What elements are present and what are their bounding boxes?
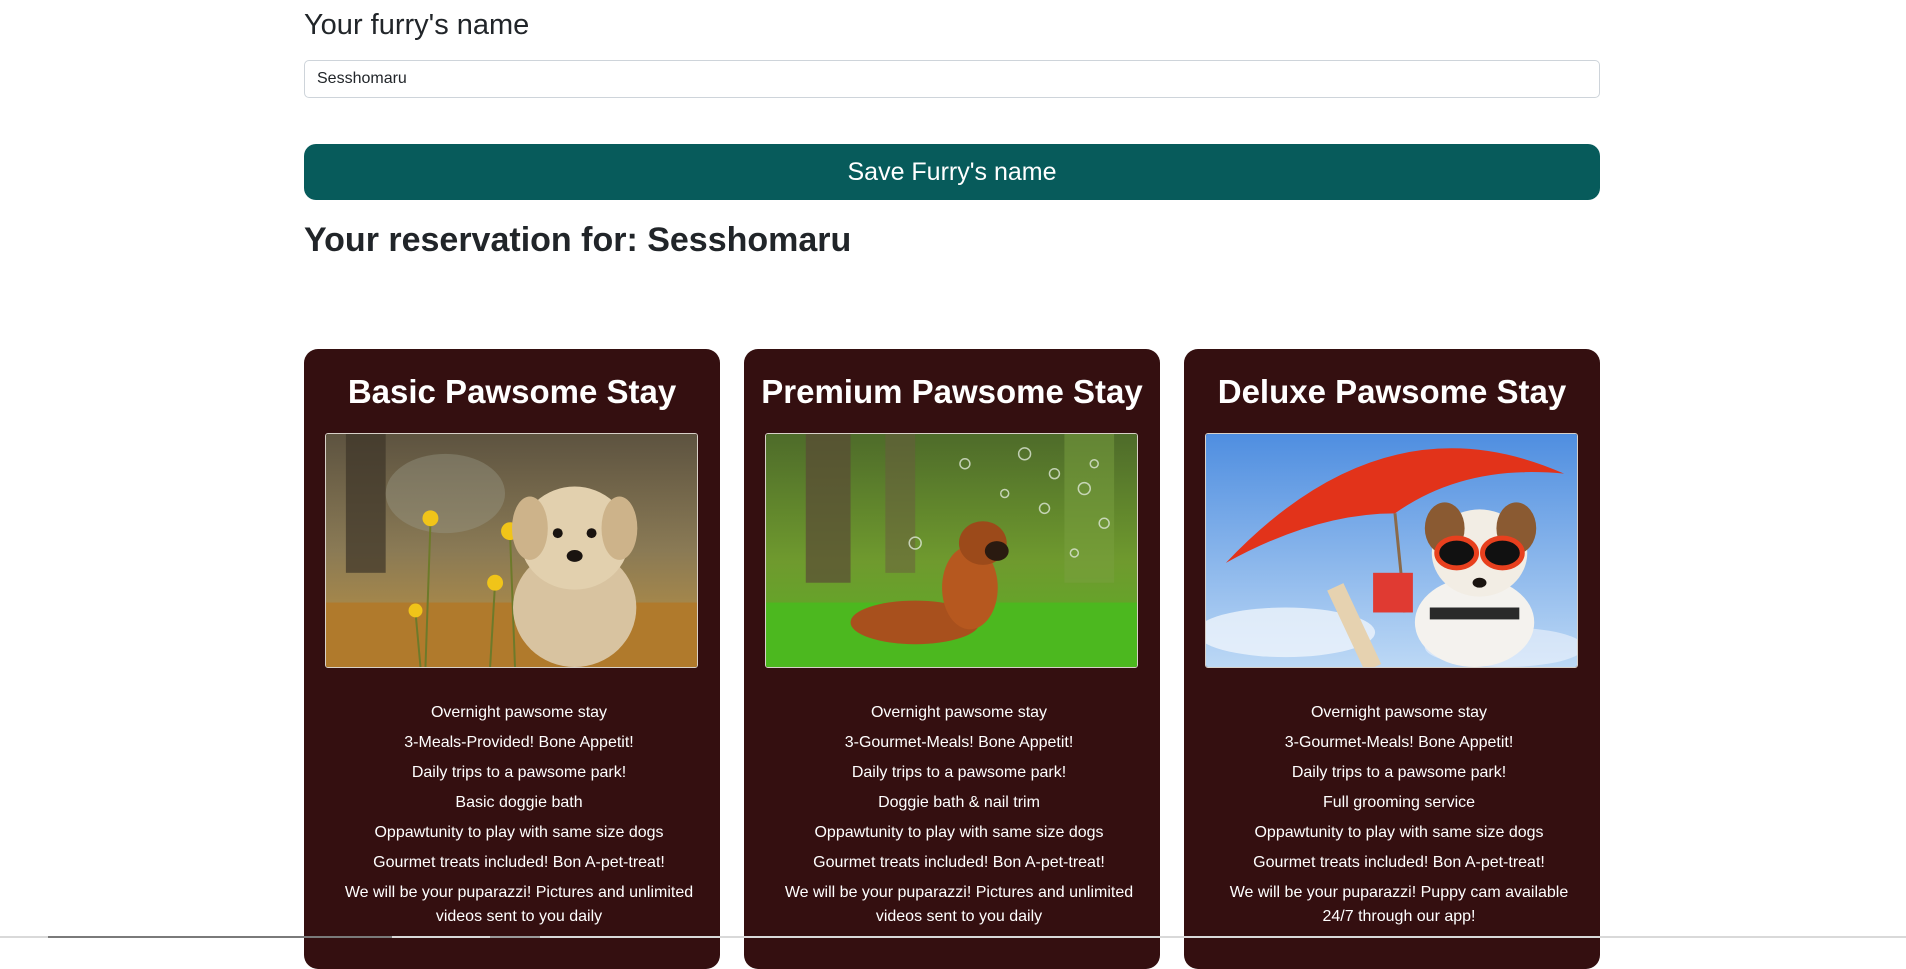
- package-title: Basic Pawsome Stay: [347, 373, 677, 410]
- save-furry-name-button[interactable]: Save Furry's name: [304, 144, 1600, 200]
- feature-item: Daily trips to a pawsome park!: [1291, 764, 1507, 781]
- package-card-premium[interactable]: Premium Pawsome Stay Overnight pawsome s…: [744, 349, 1160, 969]
- feature-item: Daily trips to a pawsome park!: [851, 764, 1067, 781]
- package-image-basic: [325, 433, 698, 668]
- reservation-title: Your reservation for: Sesshomaru: [304, 221, 852, 259]
- feature-item: We will be your puparazzi! Puppy cam ava…: [1229, 884, 1569, 925]
- feature-item: Gourmet treats included! Bon A-pet-treat…: [1253, 854, 1545, 871]
- feature-item: Overnight pawsome stay: [1310, 704, 1488, 721]
- feature-list: Overnight pawsome stay 3-Gourmet-Meals! …: [784, 701, 1134, 935]
- feature-item: Gourmet treats included! Bon A-pet-treat…: [373, 854, 665, 871]
- reservation-container: Your furry's name Save Furry's name Your…: [304, 0, 1600, 969]
- package-image-deluxe: [1205, 433, 1578, 668]
- feature-item: Oppawtunity to play with same size dogs: [1254, 824, 1544, 841]
- feature-item: Daily trips to a pawsome park!: [411, 764, 627, 781]
- feature-list: Overnight pawsome stay 3-Gourmet-Meals! …: [1224, 701, 1574, 935]
- package-cards: Basic Pawsome Stay Overnight pawsome sta…: [304, 349, 1600, 969]
- feature-list: Overnight pawsome stay 3-Meals-Provided!…: [344, 701, 694, 935]
- feature-item: 3-Meals-Provided! Bone Appetit!: [404, 734, 634, 751]
- feature-item: We will be your puparazzi! Pictures and …: [344, 884, 694, 925]
- package-card-basic[interactable]: Basic Pawsome Stay Overnight pawsome sta…: [304, 349, 720, 969]
- package-card-deluxe[interactable]: Deluxe Pawsome Stay Overnight pawsome st…: [1184, 349, 1600, 969]
- feature-item: Oppawtunity to play with same size dogs: [814, 824, 1104, 841]
- package-image-premium: [765, 433, 1138, 668]
- package-title: Deluxe Pawsome Stay: [1217, 373, 1567, 410]
- feature-item: We will be your puparazzi! Pictures and …: [784, 884, 1134, 925]
- feature-item: Basic doggie bath: [455, 794, 583, 811]
- feature-item: Oppawtunity to play with same size dogs: [374, 824, 664, 841]
- furry-name-label: Your furry's name: [304, 9, 530, 41]
- feature-item: 3-Gourmet-Meals! Bone Appetit!: [1284, 734, 1514, 751]
- furry-name-input[interactable]: [304, 60, 1600, 98]
- feature-item: Overnight pawsome stay: [430, 704, 608, 721]
- feature-item: Full grooming service: [1322, 794, 1476, 811]
- feature-item: Doggie bath & nail trim: [878, 794, 1040, 811]
- package-title: Premium Pawsome Stay: [761, 373, 1143, 410]
- feature-item: 3-Gourmet-Meals! Bone Appetit!: [844, 734, 1074, 751]
- feature-item: Overnight pawsome stay: [870, 704, 1048, 721]
- feature-item: Gourmet treats included! Bon A-pet-treat…: [813, 854, 1105, 871]
